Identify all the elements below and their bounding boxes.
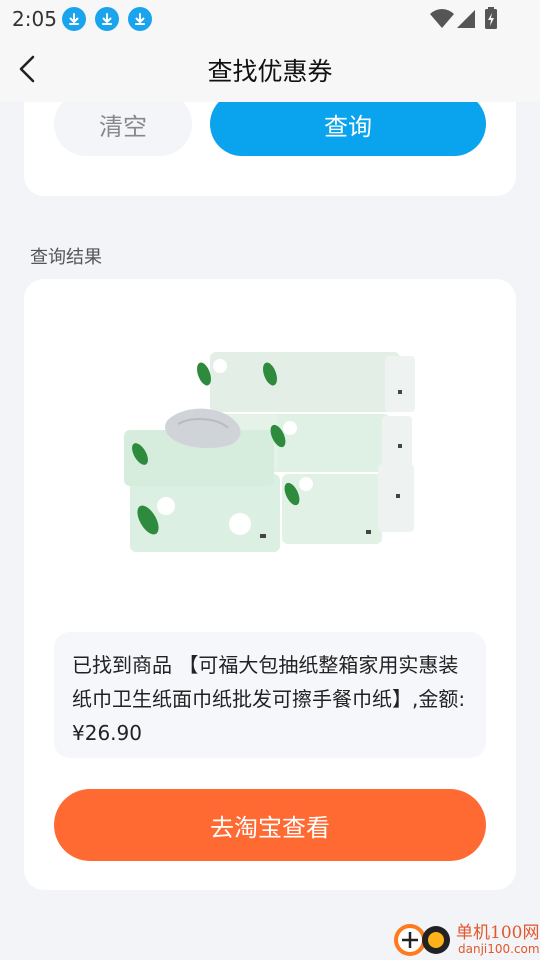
- result-description: 已找到商品 【可福大包抽纸整箱家用实惠装纸巾卫生纸面巾纸批发可擦手餐巾纸】,金额…: [72, 653, 466, 745]
- app-bar: 查找优惠券: [0, 36, 540, 102]
- battery-icon: [485, 7, 497, 29]
- clear-button[interactable]: 清空: [54, 102, 192, 156]
- watermark-logo-icon: [394, 924, 450, 956]
- download-icon: [95, 7, 119, 31]
- content-area[interactable]: 清空 查询 查询结果 已找到商品 【可福大包抽纸整箱家用实惠装纸巾卫生纸面巾纸批…: [0, 102, 540, 960]
- results-section-label: 查询结果: [30, 247, 102, 268]
- result-card: 已找到商品 【可福大包抽纸整箱家用实惠装纸巾卫生纸面巾纸批发可擦手餐巾纸】,金额…: [24, 279, 516, 890]
- wifi-icon: [430, 9, 454, 28]
- watermark-brand: 单机100网: [456, 923, 540, 943]
- signal-icon: [457, 10, 475, 28]
- open-taobao-button[interactable]: 去淘宝查看: [54, 789, 486, 861]
- result-description-box: 已找到商品 【可福大包抽纸整箱家用实惠装纸巾卫生纸面巾纸批发可擦手餐巾纸】,金额…: [54, 632, 486, 758]
- page-title: 查找优惠券: [207, 57, 333, 86]
- status-time: 2:05: [12, 7, 57, 31]
- query-button[interactable]: 查询: [210, 102, 486, 156]
- status-bar: 2:05: [0, 0, 540, 36]
- watermark-site: danji100.com: [458, 942, 540, 956]
- watermark: 单机100网 danji100.com: [388, 916, 540, 960]
- search-card: 清空 查询: [24, 102, 516, 196]
- product-image[interactable]: [120, 334, 420, 574]
- download-icon: [128, 7, 152, 31]
- download-icon: [62, 7, 86, 31]
